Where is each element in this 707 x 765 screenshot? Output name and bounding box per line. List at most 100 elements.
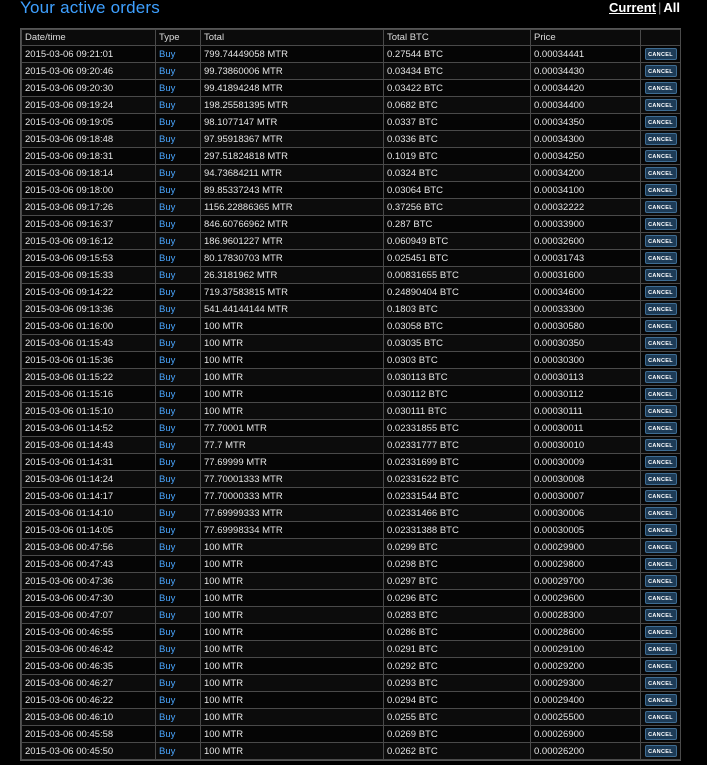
cell-price: 0.00034100 (530, 181, 641, 199)
cell-total-btc: 0.0336 BTC (383, 130, 531, 148)
cell-total: 799.74449058 MTR (200, 45, 384, 63)
cell-total: 26.3181962 MTR (200, 266, 384, 284)
cell-price: 0.00034250 (530, 147, 641, 165)
cell-type: Buy (155, 249, 201, 267)
cell-action: CANCEL (640, 402, 681, 420)
filter-separator: | (657, 0, 662, 15)
cell-total-btc: 0.37256 BTC (383, 198, 531, 216)
cell-datetime: 2015-03-06 09:19:24 (21, 96, 156, 114)
cell-total-btc: 0.1019 BTC (383, 147, 531, 165)
cell-price: 0.00034430 (530, 62, 641, 80)
table-row: 2015-03-06 09:13:36 Buy 541.44144144 MTR 0.… (21, 300, 681, 318)
cancel-order-button[interactable]: CANCEL (644, 558, 677, 570)
cell-type: Buy (155, 62, 201, 80)
cancel-order-button[interactable]: CANCEL (644, 388, 677, 400)
cancel-order-button[interactable]: CANCEL (644, 677, 677, 689)
cell-price: 0.00029900 (530, 538, 641, 556)
cancel-order-button[interactable]: CANCEL (644, 728, 677, 740)
cell-total: 100 MTR (200, 402, 384, 420)
cancel-order-button[interactable]: CANCEL (644, 439, 677, 451)
cell-type: Buy (155, 402, 201, 420)
cell-price: 0.00034350 (530, 113, 641, 131)
cancel-order-button[interactable]: CANCEL (644, 320, 677, 332)
cell-action: CANCEL (640, 130, 681, 148)
cell-total: 77.70001333 MTR (200, 470, 384, 488)
cell-price: 0.00029400 (530, 691, 641, 709)
cancel-order-button[interactable]: CANCEL (644, 711, 677, 723)
cell-type: Buy (155, 113, 201, 131)
cell-type: Buy (155, 147, 201, 165)
cell-type: Buy (155, 300, 201, 318)
cancel-order-button[interactable]: CANCEL (644, 99, 677, 111)
cancel-order-button[interactable]: CANCEL (644, 541, 677, 553)
cell-total-btc: 0.0291 BTC (383, 640, 531, 658)
cancel-order-button[interactable]: CANCEL (644, 643, 677, 655)
cancel-order-button[interactable]: CANCEL (644, 592, 677, 604)
cancel-order-button[interactable]: CANCEL (644, 694, 677, 706)
cancel-order-button[interactable]: CANCEL (644, 116, 677, 128)
cancel-order-button[interactable]: CANCEL (644, 48, 677, 60)
cancel-order-button[interactable]: CANCEL (644, 167, 677, 179)
cancel-order-button[interactable]: CANCEL (644, 337, 677, 349)
cell-total-btc: 0.0298 BTC (383, 555, 531, 573)
cell-type: Buy (155, 521, 201, 539)
cell-datetime: 2015-03-06 00:47:07 (21, 606, 156, 624)
cancel-order-button[interactable]: CANCEL (644, 133, 677, 145)
cancel-order-button[interactable]: CANCEL (644, 354, 677, 366)
table-row: 2015-03-06 01:16:00 Buy 100 MTR 0.03058 BTC… (21, 317, 681, 335)
cancel-order-button[interactable]: CANCEL (644, 473, 677, 485)
cancel-order-button[interactable]: CANCEL (644, 303, 677, 315)
cancel-order-button[interactable]: CANCEL (644, 235, 677, 247)
cancel-order-button[interactable]: CANCEL (644, 371, 677, 383)
cell-price: 0.00029800 (530, 555, 641, 573)
cancel-order-button[interactable]: CANCEL (644, 201, 677, 213)
cell-total: 89.85337243 MTR (200, 181, 384, 199)
cell-datetime: 2015-03-06 01:14:05 (21, 521, 156, 539)
cell-total-btc: 0.03422 BTC (383, 79, 531, 97)
cell-action: CANCEL (640, 266, 681, 284)
cell-datetime: 2015-03-06 00:45:50 (21, 742, 156, 760)
cancel-order-button[interactable]: CANCEL (644, 609, 677, 621)
cell-action: CANCEL (640, 181, 681, 199)
cell-total-btc: 0.0682 BTC (383, 96, 531, 114)
cell-datetime: 2015-03-06 01:14:43 (21, 436, 156, 454)
cell-total-btc: 0.03434 BTC (383, 62, 531, 80)
cancel-order-button[interactable]: CANCEL (644, 575, 677, 587)
cancel-order-button[interactable]: CANCEL (644, 252, 677, 264)
cancel-order-button[interactable]: CANCEL (644, 745, 677, 757)
cancel-order-button[interactable]: CANCEL (644, 626, 677, 638)
cancel-order-button[interactable]: CANCEL (644, 524, 677, 536)
cell-total-btc: 0.02331388 BTC (383, 521, 531, 539)
cell-total: 77.69999 MTR (200, 453, 384, 471)
cancel-order-button[interactable]: CANCEL (644, 507, 677, 519)
cancel-order-button[interactable]: CANCEL (644, 405, 677, 417)
table-row: 2015-03-06 00:47:56 Buy 100 MTR 0.0299 BTC 0… (21, 538, 681, 556)
cancel-order-button[interactable]: CANCEL (644, 456, 677, 468)
cell-type: Buy (155, 96, 201, 114)
cell-type: Buy (155, 130, 201, 148)
cancel-order-button[interactable]: CANCEL (644, 184, 677, 196)
cancel-order-button[interactable]: CANCEL (644, 218, 677, 230)
cell-price: 0.00030112 (530, 385, 641, 403)
cancel-order-button[interactable]: CANCEL (644, 660, 677, 672)
cancel-order-button[interactable]: CANCEL (644, 269, 677, 281)
cell-total-btc: 0.0269 BTC (383, 725, 531, 743)
cell-price: 0.00028600 (530, 623, 641, 641)
cell-action: CANCEL (640, 147, 681, 165)
cell-action: CANCEL (640, 657, 681, 675)
cell-total-btc: 0.02331699 BTC (383, 453, 531, 471)
filter-current-link[interactable]: Current (609, 0, 656, 15)
cell-datetime: 2015-03-06 09:21:01 (21, 45, 156, 63)
cancel-order-button[interactable]: CANCEL (644, 65, 677, 77)
table-row: 2015-03-06 00:46:42 Buy 100 MTR 0.0291 BTC 0… (21, 640, 681, 658)
cancel-order-button[interactable]: CANCEL (644, 286, 677, 298)
cell-type: Buy (155, 708, 201, 726)
cancel-order-button[interactable]: CANCEL (644, 490, 677, 502)
filter-all-link[interactable]: All (663, 0, 680, 15)
cancel-order-button[interactable]: CANCEL (644, 422, 677, 434)
cell-datetime: 2015-03-06 01:15:43 (21, 334, 156, 352)
cancel-order-button[interactable]: CANCEL (644, 150, 677, 162)
cell-total: 100 MTR (200, 674, 384, 692)
table-row: 2015-03-06 09:19:24 Buy 198.25581395 MTR 0.… (21, 96, 681, 114)
cancel-order-button[interactable]: CANCEL (644, 82, 677, 94)
